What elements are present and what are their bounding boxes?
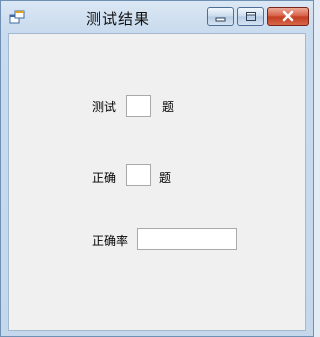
close-button[interactable]	[267, 7, 309, 26]
test-count-input[interactable]	[126, 95, 151, 117]
client-area: 测试 题 正确 题 正确率	[8, 33, 306, 331]
test-count-label: 测试	[92, 100, 117, 114]
correct-count-unit: 题	[159, 171, 172, 185]
accuracy-label: 正确率	[92, 234, 129, 248]
window-title: 测试结果	[86, 10, 151, 28]
title-bar[interactable]: 测试结果	[1, 1, 313, 33]
maximize-icon	[246, 12, 256, 21]
accuracy-input[interactable]	[137, 228, 237, 250]
app-window: 测试结果 测试 题 正确 题 正确率	[0, 0, 314, 337]
correct-count-label: 正确	[92, 171, 117, 185]
app-window-icon	[9, 10, 25, 24]
correct-count-input[interactable]	[126, 164, 151, 186]
test-count-unit: 题	[162, 100, 175, 114]
close-icon	[282, 10, 294, 22]
minimize-button[interactable]	[207, 7, 234, 26]
maximize-button[interactable]	[237, 7, 264, 26]
minimize-icon	[215, 17, 226, 22]
